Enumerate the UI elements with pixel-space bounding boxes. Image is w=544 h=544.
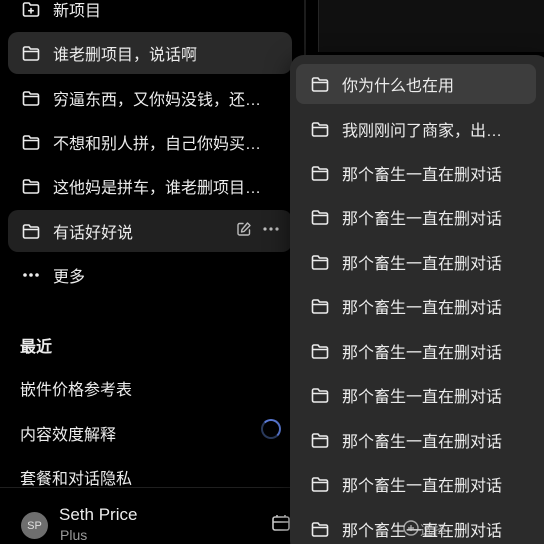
menu-item-project[interactable]: 那个畜生一直在删对话 [296,286,536,326]
menu-item-label: 你为什么也在用 [342,78,455,95]
folder-plus-icon [21,0,41,19]
project-label: 有话好好说 [53,225,134,242]
avatar[interactable]: SP [21,512,48,539]
menu-item-project[interactable]: 那个畜生一直在删对话 [296,420,536,460]
sidebar: 新项目 谁老删项目，说话啊 穷逼东西，又你妈没钱，还… 不想和别人拼，自己你妈买… [0,0,304,544]
project-item[interactable]: 这他妈是拼车，谁老删项目… [8,165,292,207]
watermark-logo-icon [402,519,420,537]
edit-icon[interactable] [236,221,252,242]
menu-item-label: 那个畜生一直在删对话 [342,478,503,495]
menu-item-label: 那个畜生一直在删对话 [342,434,503,451]
project-actions [236,221,280,242]
right-panel [318,0,544,52]
menu-item-project[interactable]: 那个畜生一直在删对话 [296,153,536,193]
folder-icon [310,430,330,450]
project-item[interactable]: 穷逼东西，又你妈没钱，还… [8,77,292,119]
menu-item-label: 那个畜生一直在删对话 [342,211,503,228]
new-project-label: 新项目 [53,3,102,20]
menu-item-project[interactable]: 你为什么也在用 [296,64,536,104]
project-item[interactable]: 不想和别人拼，自己你妈买… [8,121,292,163]
menu-item-label: 那个畜生一直在删对话 [342,256,503,273]
recent-chat-item[interactable]: 套餐和对话隐私 [20,465,132,489]
menu-item-label: 我刚刚问了商家，出… [342,123,503,140]
folder-icon [310,252,330,272]
user-plan: Plus [60,527,88,543]
user-name[interactable]: Seth Price [59,505,137,525]
folder-icon [21,221,41,241]
folder-icon [21,176,41,196]
menu-item-label: 那个畜生一直在删对话 [342,389,503,406]
divider [0,487,290,488]
watermark-text: 选择 [420,523,447,538]
folder-icon [310,74,330,94]
project-label: 不想和别人拼，自己你妈买… [53,136,262,153]
project-item[interactable]: 有话好好说 [8,210,292,252]
menu-item-project[interactable]: 我刚刚问了商家，出… [296,109,536,149]
loading-spinner-icon [261,419,281,439]
folder-icon [310,163,330,183]
recent-title: 最近 [20,339,53,356]
menu-item-project[interactable]: 那个畜生一直在删对话 [296,464,536,504]
folder-icon [310,207,330,227]
new-project-button[interactable]: 新项目 [8,0,292,30]
more-label: 更多 [53,269,86,286]
move-to-project-menu: 你为什么也在用 我刚刚问了商家，出… 那个畜生一直在删对话 那个畜生一直在删对话… [290,55,544,544]
more-icon[interactable] [262,221,280,242]
project-label: 这他妈是拼车，谁老删项目… [53,180,262,197]
folder-icon [310,341,330,361]
folder-icon [310,119,330,139]
folder-icon [21,88,41,108]
menu-item-project[interactable]: 那个畜生一直在删对话 [296,242,536,282]
folder-icon [310,296,330,316]
folder-icon [310,385,330,405]
folder-icon [310,474,330,494]
folder-icon [21,43,41,63]
menu-item-label: 那个畜生一直在删对话 [342,345,503,362]
apps-icon[interactable] [270,512,292,534]
recent-chat-item[interactable]: 嵌件价格参考表 [20,376,132,400]
menu-item-label: 那个畜生一直在删对话 [342,300,503,317]
more-horizontal-icon [21,265,41,285]
menu-item-label: 那个畜生一直在删对话 [342,167,503,184]
folder-icon [21,132,41,152]
menu-item-project[interactable]: 那个畜生一直在删对话 [296,375,536,415]
project-label: 谁老删项目，说话啊 [53,47,198,64]
menu-item-project[interactable]: 那个畜生一直在删对话 [296,331,536,371]
recent-chat-item[interactable]: 内容效度解释 [20,421,116,445]
folder-icon [310,519,330,539]
menu-item-project[interactable]: 那个畜生一直在删对话 [296,197,536,237]
project-label: 穷逼东西，又你妈没钱，还… [53,92,262,109]
more-button[interactable]: 更多 [8,254,292,296]
project-item[interactable]: 谁老删项目，说话啊 [8,32,292,74]
